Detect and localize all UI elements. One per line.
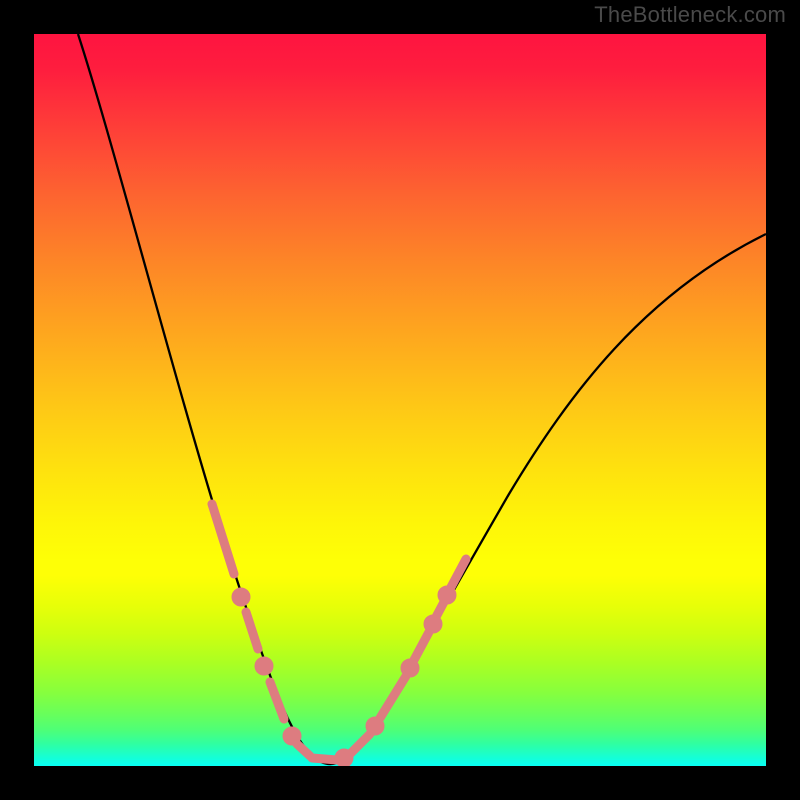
plot-gradient-area	[34, 34, 766, 766]
chart-frame: TheBottleneck.com	[0, 0, 800, 800]
watermark-text: TheBottleneck.com	[594, 2, 786, 28]
